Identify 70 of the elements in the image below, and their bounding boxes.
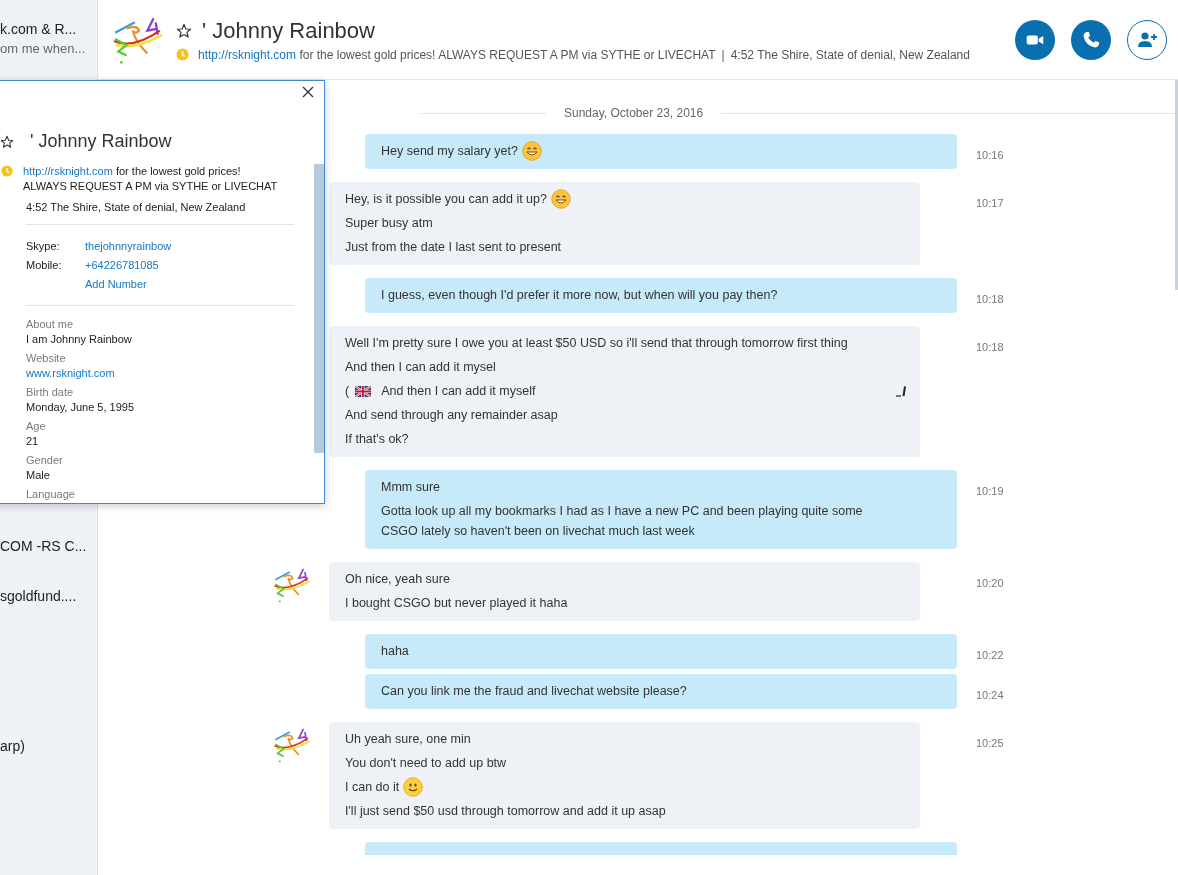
message-text: I'll just send $50 usd through tomorrow and add it up asap [345,803,666,820]
conversation-title[interactable]: k.com & R... [0,21,97,37]
field-value: Male [26,468,50,483]
field-label: About me [26,317,74,332]
contact-link[interactable]: +64226781085 [85,256,159,275]
message-text: Super busy atm [345,215,433,232]
close-button[interactable] [300,84,316,100]
scrollbar[interactable] [1175,80,1178,290]
website-link[interactable]: http://rsknight.com [198,47,297,62]
message-text: Uh yeah sure, one min [345,731,471,748]
contact-link[interactable]: thejohnnyrainbow [85,237,172,256]
call-button[interactable] [1071,19,1111,60]
message-time: 10:22 [976,649,1004,661]
field-value: Monday, June 5, 1995 [26,400,135,415]
field-label: Skype: [26,239,61,254]
message-time: 10:24 [976,689,1004,701]
message-text: Well I'm pretty sure I owe you at least $50 USD so i'll send that through tomorrow first thing [345,335,848,352]
star-icon[interactable] [176,22,192,39]
scrollbar[interactable] [314,164,324,453]
message-text: Can you link me the fraud and livechat website please? [381,683,687,700]
message-time: 10:18 [976,341,1004,353]
message-text: Hey, is it possible you can add it up? [345,191,547,208]
message-text: Hey send my salary yet? [381,143,518,160]
field-value: I am Johnny Rainbow [26,332,132,347]
website-link[interactable]: http://rsknight.com [23,165,113,177]
message-time: 10:19 [976,485,1004,497]
message-time: 10:17 [976,197,1004,209]
contact-link[interactable]: Add Number [85,275,147,294]
avatar-drawing [273,726,311,764]
date-separator: Sunday, October 23, 2016 [563,106,705,120]
conversation-title[interactable]: arp) [0,738,97,754]
message-text: ( [345,383,350,400]
field-label: Gender [26,453,63,468]
message-text: I can do it [345,779,400,796]
conversation-title[interactable]: COM -RS C... [0,538,97,554]
message-time: 10:20 [976,577,1004,589]
location-text: 4:52 The Shire, State of denial, New Zealand [26,201,247,213]
contact-name: ' Johnny Rainbow [202,17,375,44]
video-call-button[interactable] [1015,19,1055,60]
message-text: And then I can add it myself [381,383,536,400]
field-label: Website [26,351,66,366]
field-label: Age [26,419,46,434]
mood-message: http://rsknight.com for the lowest gold prices! ALWAYS REQUEST A PM via SYTHE or LIVECHAT | 4:52 The Shire, State of denial, New Zealand [198,47,970,62]
conversation-preview: om me when... [0,41,87,56]
field-value: 21 [26,434,39,449]
message-text: You don't need to add up btw [345,755,507,772]
star-icon[interactable] [0,134,14,149]
message-text: If that's ok? [345,431,409,448]
message-text: I bought CSGO but never played it haha [345,595,568,612]
clock-icon [176,48,189,61]
message-text: And send through any remainder asap [345,407,558,424]
avatar-drawing [273,566,311,604]
message-text: haha [381,643,409,660]
message-text: I guess, even though I'd prefer it more now, but when will you pay then? [381,287,778,304]
message-text: Gotta look up all my bookmarks I had as I have a new PC and been playing quite some CSGO lately so haven't been on livechat much last week [381,503,864,540]
message-text: Oh nice, yeah sure [345,571,450,588]
field-label: Birth date [26,385,74,400]
field-label: Mobile: [26,258,63,273]
field-label: Language [26,487,75,502]
message-text: Just from the date I last sent to present [345,239,562,256]
message-time: 10:16 [976,149,1004,161]
contact-name: ' Johnny Rainbow [30,131,172,152]
message-time: 10:18 [976,293,1004,305]
message-text: And then I can add it mysel [345,359,496,376]
message-time: 10:25 [976,737,1004,749]
add-contact-button[interactable] [1127,19,1167,60]
message-text: Mmm sure [381,479,441,496]
conversation-title[interactable]: sgoldfund.... [0,588,97,604]
website-link[interactable]: www.rsknight.com [26,366,115,381]
mood-message: http://rsknight.com for the lowest gold prices! ALWAYS REQUEST A PM via SYTHE or LIVECHAT [23,164,278,194]
